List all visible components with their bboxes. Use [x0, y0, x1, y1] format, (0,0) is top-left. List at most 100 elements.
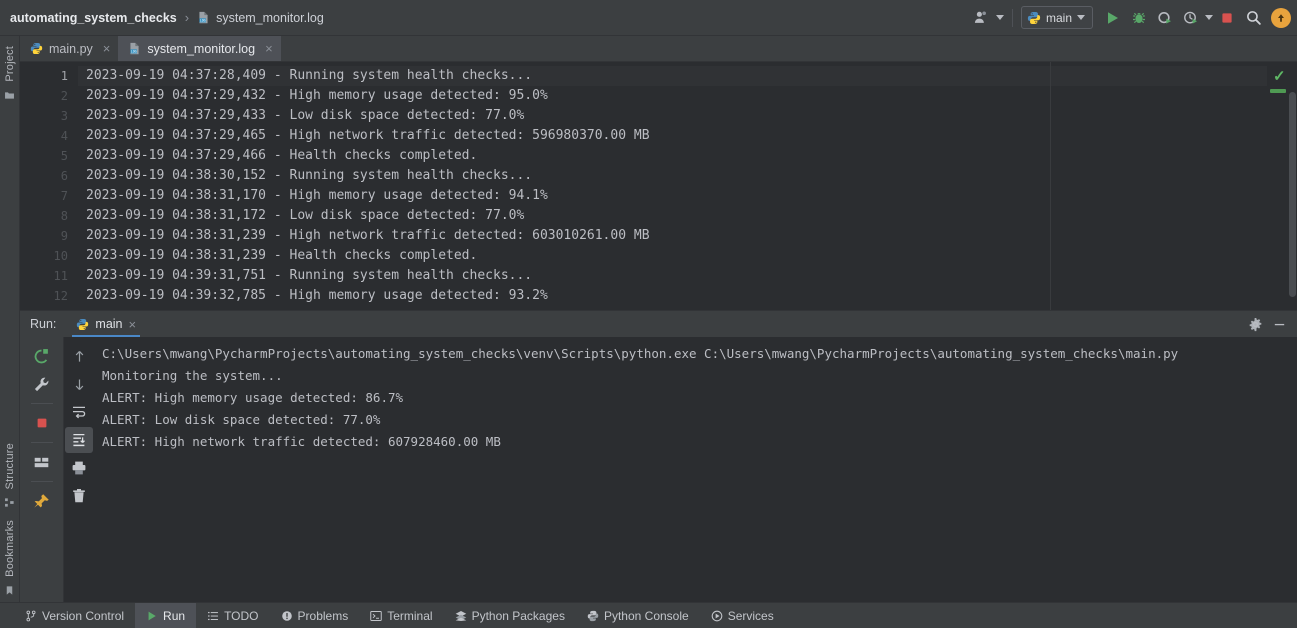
debug-button[interactable]: [1127, 6, 1151, 30]
line-number: 7: [20, 186, 78, 206]
run-left-toolbar: [20, 337, 64, 602]
status-bar-item-version-control[interactable]: Version Control: [14, 603, 135, 628]
left-strip-bottom-group: Structure Bookmarks: [0, 437, 19, 596]
run-configuration-selector[interactable]: main: [1021, 6, 1093, 29]
sidebar-item-bookmarks-label: Bookmarks: [4, 520, 16, 577]
svg-text:LOG: LOG: [200, 19, 206, 23]
user-avatar-icon[interactable]: [1271, 8, 1291, 28]
wrench-icon[interactable]: [28, 371, 56, 397]
toolbar-divider: [31, 403, 53, 404]
layout-settings-button[interactable]: [28, 449, 56, 475]
stop-button[interactable]: [1215, 6, 1239, 30]
bookmarks-icon: [4, 585, 15, 596]
rerun-button[interactable]: [28, 343, 56, 369]
run-with-coverage-button[interactable]: [1153, 6, 1177, 30]
editor-line: 2023-09-19 04:38:31,170 - High memory us…: [78, 186, 1267, 206]
project-icon: [4, 90, 15, 101]
editor-line: 2023-09-19 04:37:29,432 - High memory us…: [78, 86, 1267, 106]
run-configuration-chevron-down-icon[interactable]: [1077, 15, 1085, 20]
tab-system-monitor-log[interactable]: LOG system_monitor.log ×: [118, 36, 280, 61]
status-bar-item-python-packages[interactable]: Python Packages: [444, 603, 576, 628]
run-console-output[interactable]: C:\Users\mwang\PycharmProjects\automatin…: [94, 337, 1297, 602]
breadcrumb-project[interactable]: automating_system_checks: [10, 11, 177, 25]
console-line: ALERT: High network traffic detected: 60…: [102, 431, 1297, 453]
sidebar-item-project[interactable]: Project: [4, 40, 16, 88]
line-number: 2: [20, 86, 78, 106]
print-icon[interactable]: [65, 455, 93, 481]
editor-scrollbar[interactable]: [1289, 92, 1296, 297]
run-tab-label: main: [95, 317, 122, 331]
tab-system-monitor-log-close-icon[interactable]: ×: [265, 42, 273, 55]
status-bar-item-version-control-label: Version Control: [42, 609, 124, 623]
gear-icon[interactable]: [1243, 312, 1267, 336]
line-number: 4: [20, 126, 78, 146]
log-file-icon: LOG: [128, 42, 141, 55]
inspection-ok-check-icon[interactable]: ✓: [1273, 69, 1286, 84]
pin-icon[interactable]: [28, 488, 56, 514]
editor-text-content[interactable]: 2023-09-19 04:37:28,409 - Running system…: [78, 62, 1267, 310]
status-bar-item-problems[interactable]: Problems: [270, 603, 360, 628]
editor-gutter: 1 2 3 4 5 6 7 8 9 10 11 12: [20, 62, 78, 310]
editor-line: 2023-09-19 04:38:31,239 - Health checks …: [78, 246, 1267, 266]
terminal-icon: [370, 610, 382, 622]
sidebar-item-bookmarks[interactable]: Bookmarks: [4, 514, 16, 583]
status-bar-item-services-label: Services: [728, 609, 774, 623]
right-margin-guide: [1050, 62, 1051, 310]
run-tab-close-icon[interactable]: ×: [129, 318, 137, 331]
status-bar-item-python-console-label: Python Console: [604, 609, 689, 623]
status-bar-item-terminal[interactable]: Terminal: [359, 603, 443, 628]
user-settings-chevron-down-icon[interactable]: [996, 15, 1004, 20]
log-file-icon: LOG: [197, 11, 210, 24]
arrow-down-icon[interactable]: [65, 371, 93, 397]
toolbar-divider: [1012, 9, 1013, 27]
sidebar-item-structure-label: Structure: [4, 443, 16, 489]
line-number: 12: [20, 286, 78, 306]
console-line: ALERT: Low disk space detected: 77.0%: [102, 409, 1297, 431]
status-bar-item-run[interactable]: Run: [135, 603, 196, 628]
status-bar-item-services[interactable]: Services: [700, 603, 785, 628]
run-secondary-toolbar: [64, 337, 94, 602]
structure-icon: [4, 497, 15, 508]
problems-icon: [281, 610, 293, 622]
editor-inspection-strip[interactable]: ✓: [1267, 62, 1297, 310]
status-bar-item-run-label: Run: [163, 609, 185, 623]
scroll-to-end-icon[interactable]: [65, 427, 93, 453]
run-configuration-label: main: [1046, 11, 1072, 25]
run-label: Run:: [30, 317, 56, 331]
editor-and-run-column: main.py × LOG system_monitor.log ×: [20, 36, 1297, 602]
profile-button[interactable]: [1179, 6, 1203, 30]
tab-main-py[interactable]: main.py ×: [20, 36, 118, 61]
python-file-icon: [1027, 11, 1041, 25]
editor-line: 2023-09-19 04:37:29,466 - Health checks …: [78, 146, 1267, 166]
editor-line: 2023-09-19 04:39:31,751 - Running system…: [78, 266, 1267, 286]
status-bar-item-terminal-label: Terminal: [387, 609, 432, 623]
profile-chevron-down-icon[interactable]: [1205, 15, 1213, 20]
main-toolbar: automating_system_checks › LOG system_mo…: [0, 0, 1297, 36]
status-bar-item-todo[interactable]: TODO: [196, 603, 269, 628]
tab-main-py-close-icon[interactable]: ×: [103, 42, 111, 55]
soft-wrap-icon[interactable]: [65, 399, 93, 425]
status-bar-item-problems-label: Problems: [298, 609, 349, 623]
trash-icon[interactable]: [65, 483, 93, 509]
toolbar-divider: [31, 442, 53, 443]
sidebar-item-structure[interactable]: Structure: [4, 437, 16, 495]
todo-icon: [207, 610, 219, 622]
search-everywhere-button[interactable]: [1241, 6, 1265, 30]
editor-tab-bar: main.py × LOG system_monitor.log ×: [20, 36, 1297, 62]
arrow-up-icon[interactable]: [65, 343, 93, 369]
status-bar: Version Control Run TODO: [0, 602, 1297, 628]
run-tool-window-body: C:\Users\mwang\PycharmProjects\automatin…: [20, 337, 1297, 602]
run-icon: [146, 610, 158, 622]
minimize-icon[interactable]: [1267, 312, 1291, 336]
run-tab-main[interactable]: main ×: [70, 311, 142, 337]
editor-area: 1 2 3 4 5 6 7 8 9 10 11 12 2023-09-19 04…: [20, 62, 1297, 310]
user-settings-icon[interactable]: [970, 6, 994, 30]
packages-icon: [455, 610, 467, 622]
stop-process-button[interactable]: [28, 410, 56, 436]
run-button[interactable]: [1101, 6, 1125, 30]
line-number: 11: [20, 266, 78, 286]
version-control-icon: [25, 610, 37, 622]
breadcrumb: automating_system_checks › LOG system_mo…: [10, 10, 324, 25]
breadcrumb-file[interactable]: system_monitor.log: [216, 11, 324, 25]
status-bar-item-python-console[interactable]: Python Console: [576, 603, 700, 628]
